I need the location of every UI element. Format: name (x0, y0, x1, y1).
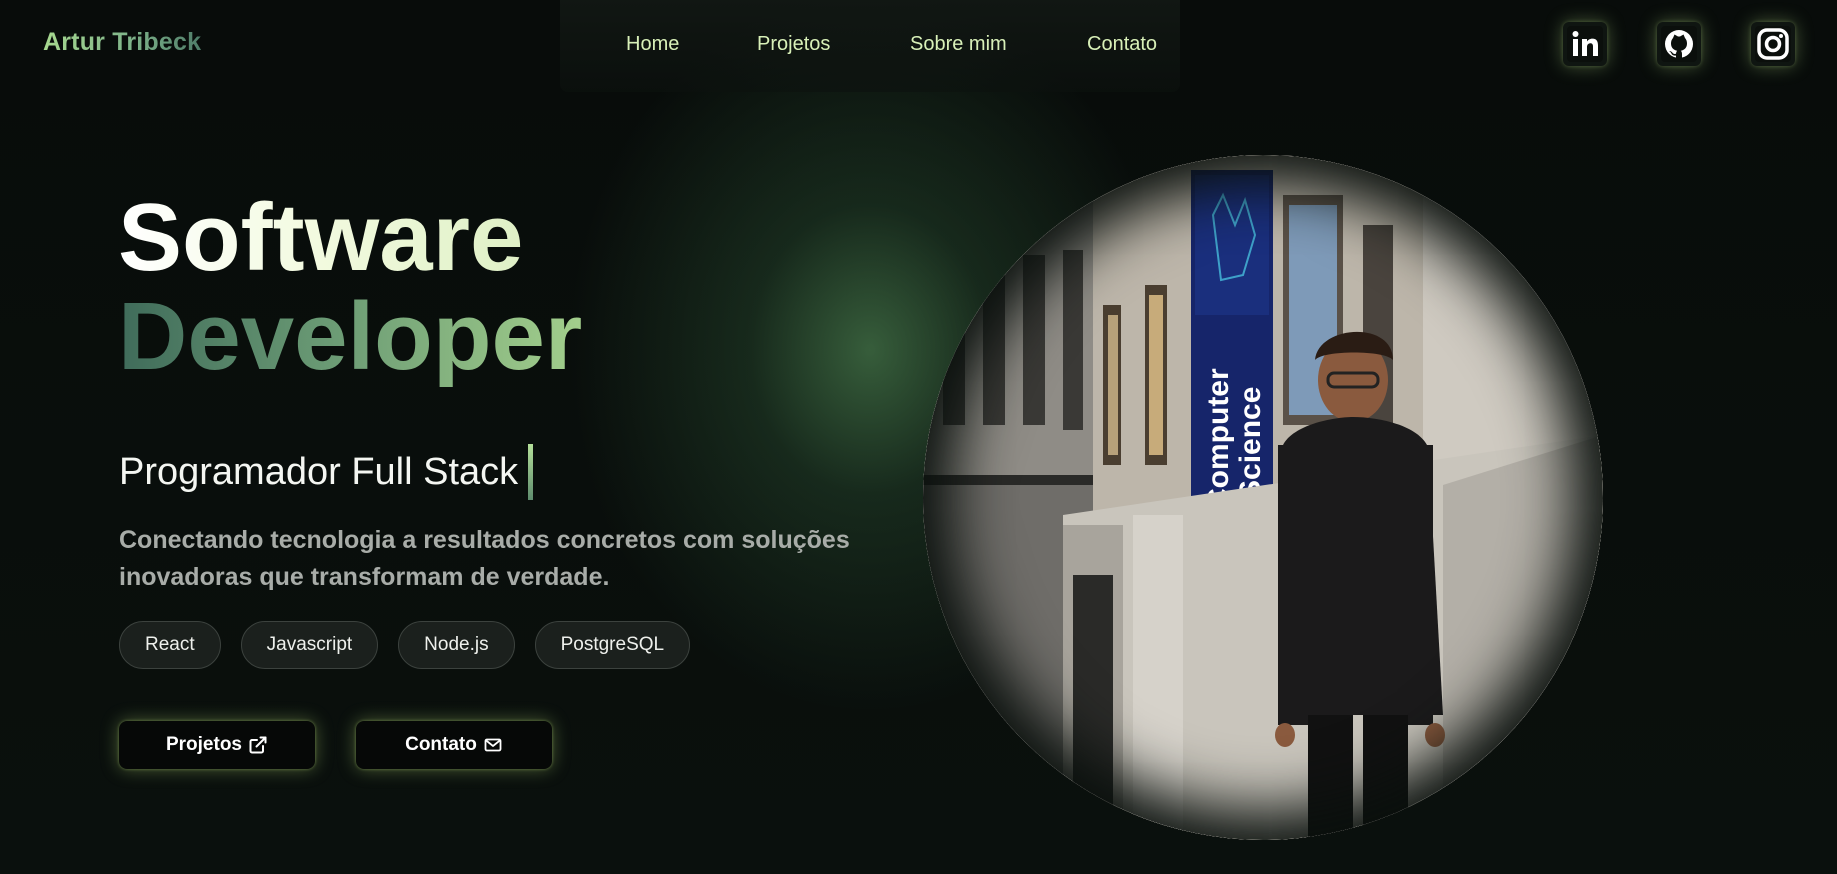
hero-title-software: Software (118, 184, 524, 291)
skills-list: React Javascript Node.js PostgreSQL (119, 621, 691, 669)
contato-button-label: Contato (405, 734, 477, 755)
banner-text-science: Science (1234, 387, 1267, 500)
hero-title-developer: Developer (118, 283, 583, 390)
main-nav: Home Projetos Sobre mim Contato (560, 0, 1180, 92)
skill-chip-postgresql: PostgreSQL (534, 621, 691, 669)
skill-chip-javascript: Javascript (240, 621, 379, 669)
instagram-link[interactable] (1751, 22, 1795, 66)
brand-logo[interactable]: Artur Tribeck (43, 28, 201, 57)
instagram-icon (1753, 24, 1793, 64)
skill-chip-nodejs: Node.js (398, 621, 515, 669)
site-header: Artur Tribeck Home Projetos Sobre mim Co… (0, 0, 1837, 92)
nav-item-sobre-mim[interactable]: Sobre mim (910, 33, 1007, 56)
banner-text-computer: Computer (1202, 368, 1235, 510)
external-link-icon (248, 735, 268, 755)
profile-photo: Computer Science (923, 155, 1603, 840)
hero-subtitle-text: Programador Full Stack (119, 450, 519, 493)
github-link[interactable] (1657, 22, 1701, 66)
page: Artur Tribeck Home Projetos Sobre mim Co… (0, 0, 1837, 874)
nav-item-home[interactable]: Home (626, 33, 679, 56)
nav-item-projetos[interactable]: Projetos (757, 33, 830, 56)
skill-chip-react: React (119, 621, 221, 669)
nav-item-contato[interactable]: Contato (1087, 33, 1157, 56)
github-icon (1659, 24, 1699, 64)
mail-icon (483, 735, 503, 755)
typing-cursor (528, 444, 534, 500)
linkedin-icon (1565, 24, 1605, 64)
projetos-button[interactable]: Projetos (119, 721, 315, 769)
linkedin-link[interactable] (1563, 22, 1607, 66)
projetos-button-label: Projetos (165, 734, 243, 755)
hero-subtitle: Programador Full Stack (119, 444, 534, 500)
hero-description: Conectando tecnologia a resultados concr… (119, 526, 850, 591)
contato-button[interactable]: Contato (356, 721, 552, 769)
